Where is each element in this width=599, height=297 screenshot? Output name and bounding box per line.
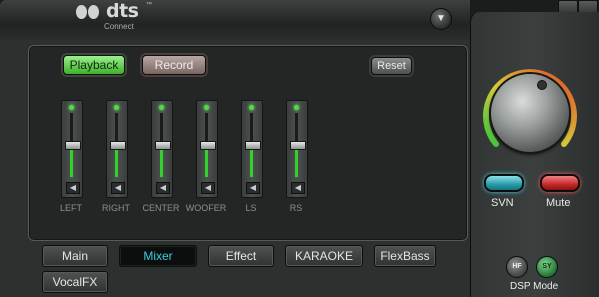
channel-led — [204, 105, 209, 110]
slider-thumb[interactable] — [155, 141, 171, 151]
chevron-down-icon: ▼ — [436, 13, 446, 24]
slider-fill — [295, 149, 298, 177]
speaker-mute-icon[interactable]: ◀ — [156, 182, 170, 194]
dsp-hf-button[interactable]: HF — [506, 256, 528, 278]
channel-led — [294, 105, 299, 110]
slider-thumb[interactable] — [110, 141, 126, 151]
logo-trademark: ™ — [146, 2, 152, 8]
mute-label: Mute — [546, 197, 571, 209]
mute-toggle-button[interactable] — [540, 174, 580, 192]
slider-right[interactable]: ◀ — [106, 100, 128, 198]
tab-karaoke[interactable]: KARAOKE — [285, 245, 363, 267]
channel-label-left: LEFT — [59, 203, 82, 213]
channel-led — [249, 105, 254, 110]
channel-led — [159, 105, 164, 110]
dsp-mode-label: DSP Mode — [510, 281, 559, 292]
speaker-mute-icon[interactable]: ◀ — [246, 182, 260, 194]
channel-label-ls: LS — [245, 203, 257, 213]
svn-toggle-button[interactable] — [484, 174, 524, 192]
slider-ls[interactable]: ◀ — [241, 100, 263, 198]
reset-button[interactable]: Reset — [371, 57, 412, 75]
channel-label-center: CENTER — [142, 203, 180, 213]
slider-fill — [250, 149, 253, 177]
channel-label-rs: RS — [289, 203, 303, 213]
dts-dd-mark-icon — [76, 3, 102, 20]
slider-thumb[interactable] — [200, 141, 216, 151]
volume-knob[interactable] — [491, 74, 569, 152]
speaker-mute-icon[interactable]: ◀ — [66, 182, 80, 194]
channel-led — [114, 105, 119, 110]
tab-mixer[interactable]: Mixer — [119, 245, 197, 267]
slider-fill — [160, 149, 163, 177]
slider-center[interactable]: ◀ — [151, 100, 173, 198]
knob-indicator-icon — [537, 80, 547, 90]
logo-subtitle: Connect — [104, 22, 134, 31]
speaker-mute-icon[interactable]: ◀ — [291, 182, 305, 194]
channel-label-woofer: WOOFER — [185, 203, 227, 213]
slider-fill — [70, 149, 73, 177]
dts-logo: dts ™ — [76, 0, 152, 22]
record-button[interactable]: Record — [142, 55, 206, 75]
slider-thumb[interactable] — [245, 141, 261, 151]
speaker-mute-icon[interactable]: ◀ — [201, 182, 215, 194]
svn-label: SVN — [491, 197, 514, 209]
menu-dropdown-button[interactable]: ▼ — [430, 8, 452, 30]
channel-led — [69, 105, 74, 110]
channel-label-right: RIGHT — [102, 203, 130, 213]
slider-rs[interactable]: ◀ — [286, 100, 308, 198]
title-bar: dts ™ Connect ▼ — [0, 0, 470, 41]
slider-fill — [205, 149, 208, 177]
slider-left[interactable]: ◀ — [61, 100, 83, 198]
tab-effect[interactable]: Effect — [208, 245, 274, 267]
slider-fill — [115, 149, 118, 177]
slider-thumb[interactable] — [290, 141, 306, 151]
speaker-mute-icon[interactable]: ◀ — [111, 182, 125, 194]
tab-vocalfx[interactable]: VocalFX — [42, 271, 108, 293]
dsp-sy-button[interactable]: SY — [536, 256, 558, 278]
tab-flexbass[interactable]: FlexBass — [374, 245, 436, 267]
playback-button[interactable]: Playback — [63, 55, 125, 75]
slider-woofer[interactable]: ◀ — [196, 100, 218, 198]
tab-main[interactable]: Main — [42, 245, 108, 267]
slider-thumb[interactable] — [65, 141, 81, 151]
logo-text: dts — [106, 0, 139, 22]
